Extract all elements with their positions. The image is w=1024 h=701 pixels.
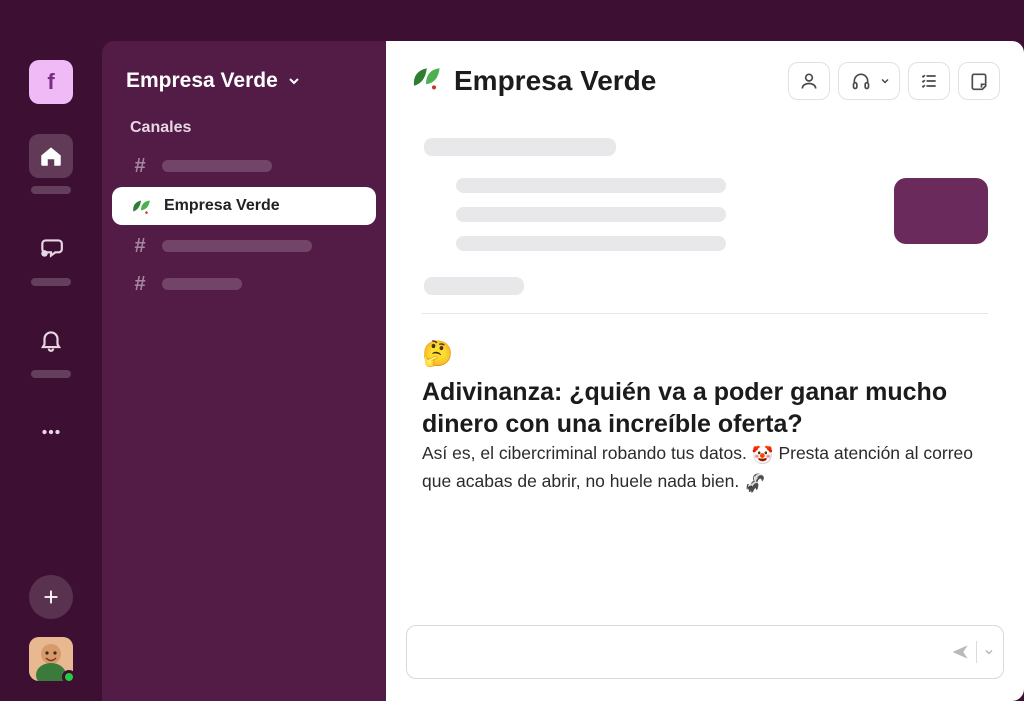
message-composer[interactable] [406,625,1004,679]
chat-icon [29,226,73,270]
rail-label-placeholder [31,370,71,378]
send-button-group [950,641,995,663]
headphones-icon [851,71,871,91]
channel-title[interactable]: Empresa Verde [410,61,656,100]
chevron-down-icon[interactable] [983,646,995,658]
channels-sidebar: Empresa Verde Canales # Empresa Verde # … [102,41,386,701]
user-avatar[interactable] [29,637,73,681]
rail-label-placeholder [31,186,71,194]
workspace-switcher[interactable]: Empresa Verde [102,57,386,111]
hash-icon: # [130,155,150,178]
note-icon [969,71,989,91]
chevron-down-icon [286,73,302,89]
main-panel: Empresa Verde [386,41,1024,701]
send-icon[interactable] [950,642,970,662]
add-button[interactable] [29,575,73,619]
channel-name-placeholder [162,160,272,172]
post-body-part1: Así es, el cibercriminal robando tus dat… [422,443,747,463]
channel-header: Empresa Verde [386,41,1024,114]
bell-icon [29,318,73,362]
channel-item-selected[interactable]: Empresa Verde [112,187,376,225]
workspace-tile-letter: f [47,69,54,95]
section-channels-title: Canales [102,111,386,147]
channel-content: 🤔 Adivinanza: ¿quién va a poder ganar mu… [386,114,1024,597]
members-button[interactable] [788,62,830,100]
channel-item[interactable]: # [102,147,386,185]
message-skeleton [422,138,988,295]
thinking-emoji: 🤔 [422,338,453,370]
separator [976,641,977,663]
header-actions [788,62,1000,100]
more-icon [29,410,73,454]
workspace-tile[interactable]: f [29,60,73,104]
channel-name-placeholder [162,278,242,290]
person-icon [799,71,819,91]
list-icon [919,71,939,91]
channel-item[interactable]: # [102,265,386,303]
channel-item[interactable]: # [102,227,386,265]
rail-item-dms[interactable] [29,226,73,286]
divider [422,313,988,314]
details-button[interactable] [958,62,1000,100]
leaf-icon [410,61,442,100]
hash-icon: # [130,235,150,258]
leaf-icon [130,195,152,217]
canvas-button[interactable] [908,62,950,100]
post-title-text: Adivinanza: ¿quién va a poder ganar much… [422,376,988,440]
workspace-name: Empresa Verde [126,69,278,93]
rail-item-activity[interactable] [29,318,73,378]
composer-input[interactable] [421,643,950,661]
home-icon [29,134,73,178]
app-rail: f [0,0,102,701]
rail-item-more[interactable] [29,410,73,454]
attachment-placeholder [894,178,988,244]
channel-name: Empresa Verde [164,197,280,215]
hash-icon: # [130,273,150,296]
skunk-emoji: 🦨 [744,470,766,496]
clown-emoji: 🤡 [752,442,774,468]
rail-label-placeholder [31,278,71,286]
rail-item-home[interactable] [29,134,73,194]
presence-indicator [62,670,76,684]
huddle-button[interactable] [838,62,900,100]
channel-title-text: Empresa Verde [454,65,656,97]
channel-name-placeholder [162,240,312,252]
post-body: Así es, el cibercriminal robando tus dat… [422,443,973,491]
post-title: 🤔 Adivinanza: ¿quién va a poder ganar mu… [422,338,988,440]
chevron-down-icon [879,75,891,87]
